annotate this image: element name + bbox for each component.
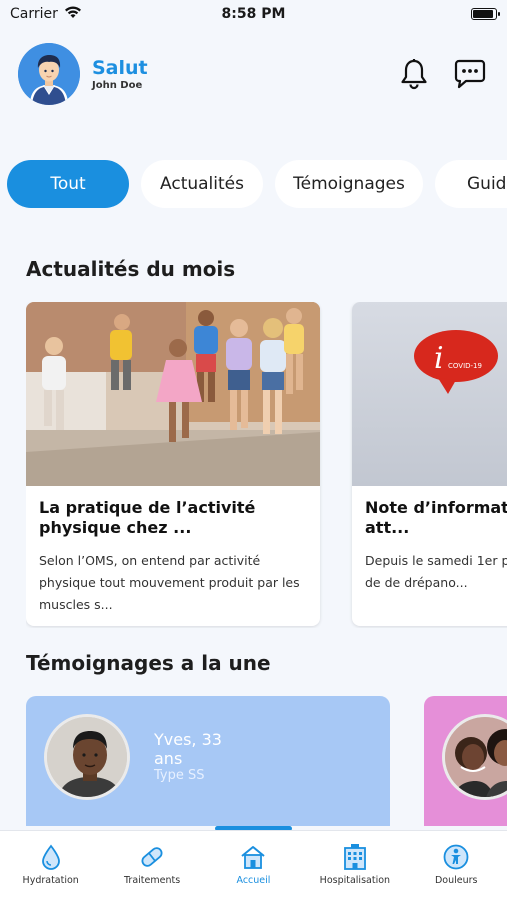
news-card-body: La pratique de l’activité physique chez … — [26, 486, 320, 626]
news-title: Note d’information patients att... — [365, 498, 507, 537]
tab-label: Hydratation — [22, 875, 79, 886]
tab-label: Traitements — [124, 875, 181, 886]
tab-label: Tout — [50, 174, 86, 194]
pill-icon — [138, 843, 166, 871]
news-card[interactable]: i COVID-19 Note d’information patients a… — [352, 302, 507, 626]
tab-guides[interactable]: Guides — [435, 160, 507, 208]
wifi-icon — [64, 5, 82, 23]
tab-label: Hospitalisation — [319, 875, 391, 886]
battery-icon — [471, 8, 500, 20]
tab-label: Guides — [467, 174, 507, 194]
carrier-label: Carrier — [10, 6, 58, 22]
status-left: Carrier — [10, 5, 82, 23]
home-icon — [239, 843, 267, 871]
bottom-tab-bar: Hydratation Traitements Accueil Hospital… — [0, 830, 507, 900]
tab-tout[interactable]: Tout — [7, 160, 129, 208]
news-carousel: La pratique de l’activité physique chez … — [26, 302, 507, 628]
svg-text:i: i — [434, 341, 444, 376]
header-actions — [397, 57, 487, 91]
filter-tabs: Tout Actualités Témoignages Guides — [7, 160, 507, 210]
tab-hospitalisation[interactable]: Hospitalisation — [305, 843, 405, 886]
testimonial-card[interactable]: Yves, 33 ans Type SS — [26, 696, 390, 826]
tab-douleurs[interactable]: Douleurs — [406, 843, 506, 886]
news-excerpt: Selon l’OMS, on entend par activité phys… — [39, 553, 300, 612]
user-name: John Doe — [92, 80, 143, 91]
status-bar: Carrier 8:58 PM — [0, 0, 507, 28]
news-image-covid-info: i COVID-19 — [352, 302, 507, 486]
news-card-body: Note d’information patients att... Depui… — [352, 486, 507, 606]
tab-label: Témoignages — [293, 174, 405, 194]
pain-icon — [442, 843, 470, 871]
covid-badge: COVID-19 — [448, 362, 482, 370]
tab-temoignages[interactable]: Témoignages — [275, 160, 423, 208]
tab-label: Accueil — [236, 875, 271, 886]
tab-actualites[interactable]: Actualités — [141, 160, 263, 208]
testimonials-section-title: Témoignages a la une — [26, 651, 271, 675]
testimonial-card[interactable] — [424, 696, 507, 826]
greeting-text: Salut — [92, 57, 148, 79]
news-excerpt: Depuis le samedi 1er personnes de plus d… — [365, 553, 507, 590]
chat-icon[interactable] — [453, 57, 487, 91]
news-image-children-running — [26, 302, 320, 486]
tab-label: Douleurs — [434, 875, 478, 886]
avatar[interactable] — [18, 43, 80, 105]
news-card[interactable]: La pratique de l’activité physique chez … — [26, 302, 320, 626]
testimonials-carousel: Yves, 33 ans Type SS — [26, 696, 507, 826]
tab-hydratation[interactable]: Hydratation — [1, 843, 101, 886]
news-title: La pratique de l’activité physique chez … — [39, 498, 256, 537]
tab-accueil[interactable]: Accueil — [203, 843, 303, 886]
tab-traitements[interactable]: Traitements — [102, 843, 202, 886]
testimonial-type: Type SS — [154, 768, 205, 783]
hospital-icon — [341, 843, 369, 871]
greeting-block: Salut John Doe — [92, 57, 148, 91]
news-section-title: Actualités du mois — [26, 257, 236, 281]
testimonial-name: Yves, 33 ans — [154, 730, 222, 768]
water-drop-icon — [37, 843, 65, 871]
tab-label: Actualités — [160, 174, 244, 194]
notification-bell-icon[interactable] — [397, 57, 431, 91]
testimonial-photo — [442, 714, 507, 800]
testimonial-photo — [44, 714, 130, 800]
header: Salut John Doe — [18, 42, 487, 106]
